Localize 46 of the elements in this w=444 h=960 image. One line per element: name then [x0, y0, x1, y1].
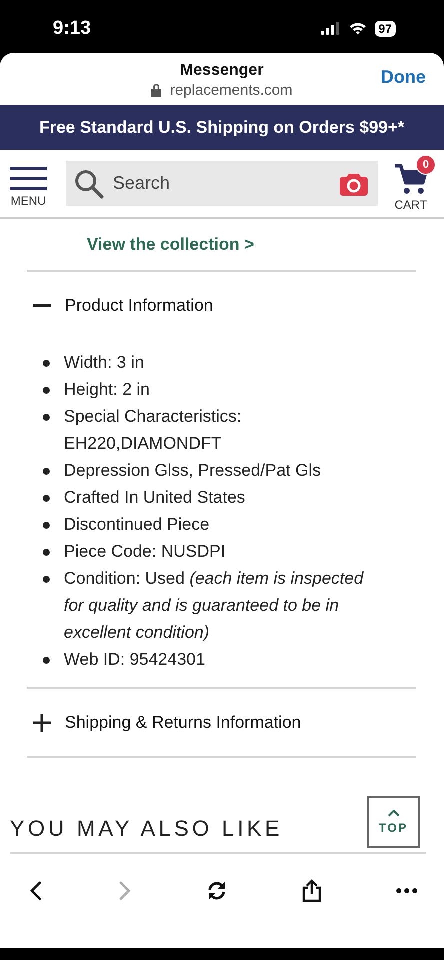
search-field[interactable]: Search — [66, 161, 378, 206]
bullet-icon — [43, 522, 50, 529]
bullet-icon — [43, 468, 50, 475]
list-item-text: Depression Glss, Pressed/Pat Gls — [64, 460, 322, 482]
list-item-text: Discontinued Piece — [64, 514, 211, 536]
bullet-icon — [43, 549, 50, 556]
list-item-text: Condition: Used (each item is inspected for quality and is guaranteed to be in excellent condition) — [64, 568, 364, 644]
cart-count-badge: 0 — [416, 155, 436, 175]
bullet-icon — [43, 495, 50, 502]
caret-icon — [388, 810, 400, 816]
back-to-top-button[interactable]: TOP — [367, 796, 420, 848]
accordion-header[interactable]: Product Information — [27, 272, 416, 339]
page-title: Messenger — [180, 62, 264, 80]
menu-button[interactable]: MENU — [10, 167, 47, 208]
collection-link[interactable]: View the collection > — [87, 234, 254, 254]
wifi-icon — [348, 22, 367, 35]
lock-icon — [151, 83, 162, 97]
search-icon — [74, 169, 104, 199]
cart-button[interactable]: CART 0 — [394, 155, 436, 212]
battery-indicator: 97 — [374, 20, 396, 36]
status-time: 9:13 — [53, 18, 92, 40]
menu-label: MENU — [10, 194, 46, 208]
list-item-text: Crafted In United States — [64, 487, 246, 509]
accordion-header[interactable]: Shipping & Returns Information — [27, 689, 416, 756]
bullet-icon — [43, 576, 50, 583]
more-icon[interactable] — [396, 888, 418, 894]
list-item-text: Piece Code: NUSDPI — [64, 541, 227, 563]
url-text: replacements.com — [170, 82, 293, 98]
cart-label: CART — [394, 198, 428, 212]
menu-icon — [10, 167, 47, 191]
section-heading: YOU MAY ALSO LIKE — [10, 816, 283, 842]
list-item-text: Special Characteristics: EH220,DIAMONDFT — [64, 406, 243, 455]
share-icon[interactable] — [301, 879, 323, 903]
reload-icon[interactable] — [206, 880, 228, 902]
done-button[interactable]: Done — [381, 67, 426, 88]
bullet-icon — [43, 657, 50, 664]
camera-icon[interactable] — [340, 172, 368, 196]
list-item-text: Web ID: 95424301 — [64, 649, 206, 671]
signal-icon — [320, 22, 341, 35]
bullet-icon — [43, 414, 50, 421]
bullet-icon — [43, 360, 50, 367]
list-item-text: Height: 2 in — [64, 379, 151, 401]
list-item-text: Width: 3 in — [64, 352, 146, 374]
bullet-icon — [43, 387, 50, 394]
promo-banner: Free Standard U.S. Shipping on Orders $99+* — [0, 105, 444, 150]
back-icon[interactable] — [28, 880, 44, 902]
